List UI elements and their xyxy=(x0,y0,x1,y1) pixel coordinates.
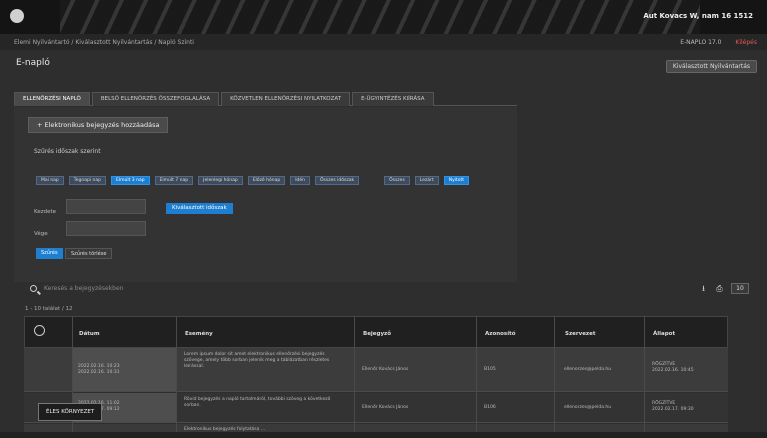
chip-last-3-days[interactable]: Elmúlt 3 nap xyxy=(111,176,150,185)
entries-table: Dátum Esemény Bejegyző Azonosító Szervez… xyxy=(24,316,728,438)
breadcrumb-path[interactable]: Elemi Nyilvántartó / Kiválasztott Nyilvá… xyxy=(14,39,194,46)
chip-yesterday[interactable]: Tegnapi nap xyxy=(68,176,107,185)
column-divider xyxy=(176,316,177,438)
page-title: E-napló xyxy=(16,58,50,68)
result-count: 1 - 10 találat / 12 xyxy=(25,306,73,312)
column-divider xyxy=(354,316,355,438)
select-period-button[interactable]: Kiválasztott időszak xyxy=(166,203,233,214)
chip-last-7-days[interactable]: Elmúlt 7 nap xyxy=(154,176,194,185)
environment-badge[interactable]: ÉLES KÖRNYEZET xyxy=(38,403,103,421)
row-author: Ellenőr Kovács János xyxy=(362,367,409,372)
chip-status-open[interactable]: Nyitott xyxy=(443,176,470,185)
tab-e-ugyintezes[interactable]: E-ÜGYINTÉZÉS KIÍRÁSA xyxy=(352,92,434,106)
clear-filter-button[interactable]: Szűrés törlése xyxy=(65,248,113,259)
col-org[interactable]: Szervezet xyxy=(565,331,595,337)
search-icon xyxy=(30,285,37,292)
date-filter-chips: Mai nap Tegnapi nap Elmúlt 3 nap Elmúlt … xyxy=(36,176,474,185)
tab-ellenorzesi-naplo[interactable]: ELLENŐRZÉSI NAPLÓ xyxy=(14,92,90,106)
row-date: 2022.02.16. 10:23 2022.02.16. 10:31 xyxy=(78,364,120,375)
from-date-input[interactable] xyxy=(66,199,146,214)
breadcrumb: Elemi Nyilvántartó / Kiválasztott Nyilvá… xyxy=(0,34,767,50)
filter-label: Szűrés időszak szerint xyxy=(34,148,101,155)
decorative-stripes xyxy=(60,0,700,34)
row-email[interactable]: ellenorzes@pelda.hu xyxy=(564,367,644,373)
top-bar: Aut Kovacs W, nam 16 1512 xyxy=(0,0,767,34)
breadcrumb-right: E-NAPLO 17.0 Kilépés xyxy=(680,39,757,46)
column-divider xyxy=(644,316,645,438)
row-email[interactable]: ellenorzes@pelda.hu xyxy=(564,405,644,411)
row-status: RÖGZÍTVE 2022.02.16. 10:45 xyxy=(652,362,694,373)
tab-kozvetlen-ellenorzes[interactable]: KÖZVETLEN ELLENŐRZÉSI NYILATKOZAT xyxy=(221,92,351,106)
select-all-checkbox[interactable] xyxy=(34,325,45,336)
col-event[interactable]: Esemény xyxy=(185,331,213,337)
page-size-select[interactable]: 10 xyxy=(731,283,749,294)
row-event: Rövid bejegyzés a napló tartalmáról, tov… xyxy=(184,397,331,408)
row-code: B106 xyxy=(484,405,496,410)
chip-all-periods[interactable]: Összes időszak xyxy=(315,176,360,185)
row-author: Ellenőr Kovács János xyxy=(362,405,409,410)
col-code[interactable]: Azonosító xyxy=(485,331,516,337)
column-divider xyxy=(476,316,477,438)
col-date[interactable]: Dátum xyxy=(79,331,100,337)
chip-status-all[interactable]: Összes xyxy=(384,176,410,185)
page: Aut Kovacs W, nam 16 1512 Elemi Nyilvánt… xyxy=(0,0,767,438)
col-status[interactable]: Állapot xyxy=(653,331,675,337)
to-date-input[interactable] xyxy=(66,221,146,236)
tab-bar: ELLENŐRZÉSI NAPLÓ BELSŐ ELLENŐRZÉS ÖSSZE… xyxy=(14,92,517,106)
logo-icon[interactable] xyxy=(10,9,24,23)
row-event: Lorem ipsum dolor sit amet elektronikus … xyxy=(184,352,330,369)
chip-this-year[interactable]: Idén xyxy=(290,176,310,185)
search-bar[interactable]: Keresés a bejegyzésekben xyxy=(30,284,230,296)
from-label: Kezdete xyxy=(34,209,57,215)
row-status: RÖGZÍTVE 2022.02.17. 09:30 xyxy=(652,401,694,412)
download-icon[interactable]: ⭳ xyxy=(699,284,708,293)
to-label: Vége xyxy=(34,231,48,237)
chip-last-month[interactable]: Előző hónap xyxy=(247,176,286,185)
print-icon[interactable]: ⎙ xyxy=(715,284,724,293)
search-input[interactable]: Keresés a bejegyzésekben xyxy=(44,285,123,292)
table-tools: ⭳ ⎙ 10 xyxy=(699,283,749,294)
bottom-bar xyxy=(0,432,767,438)
user-name[interactable]: Aut Kovacs W, nam 16 1512 xyxy=(643,12,753,20)
chip-this-month[interactable]: Jelenlegi hónap xyxy=(198,176,243,185)
app-version: E-NAPLO 17.0 xyxy=(680,39,722,46)
table-header: Dátum Esemény Bejegyző Azonosító Szervez… xyxy=(24,316,728,348)
filter-panel: + Elektronikus bejegyzés hozzáadása Szűr… xyxy=(14,107,517,282)
table-row[interactable]: 2022.02.16. 10:23 2022.02.16. 10:31 Lore… xyxy=(24,348,728,392)
chip-today[interactable]: Mai nap xyxy=(36,176,64,185)
column-divider xyxy=(554,316,555,438)
table-row[interactable]: 2022.02.16. 11:02 2022.02.17. 09:12 Rövi… xyxy=(24,393,728,423)
chip-status-closed[interactable]: Lezárt xyxy=(414,176,439,185)
tab-belso-ellenorzes[interactable]: BELSŐ ELLENŐRZÉS ÖSSZEFOGLALÁSA xyxy=(91,92,220,106)
add-entry-button[interactable]: + Elektronikus bejegyzés hozzáadása xyxy=(28,117,169,133)
row-code: B105 xyxy=(484,367,496,372)
col-author[interactable]: Bejegyző xyxy=(363,331,391,337)
apply-filter-button[interactable]: Szűrés xyxy=(36,248,63,259)
logout-link[interactable]: Kilépés xyxy=(735,39,757,46)
help-button[interactable]: Kiválasztott Nyilvántartás xyxy=(665,60,757,73)
